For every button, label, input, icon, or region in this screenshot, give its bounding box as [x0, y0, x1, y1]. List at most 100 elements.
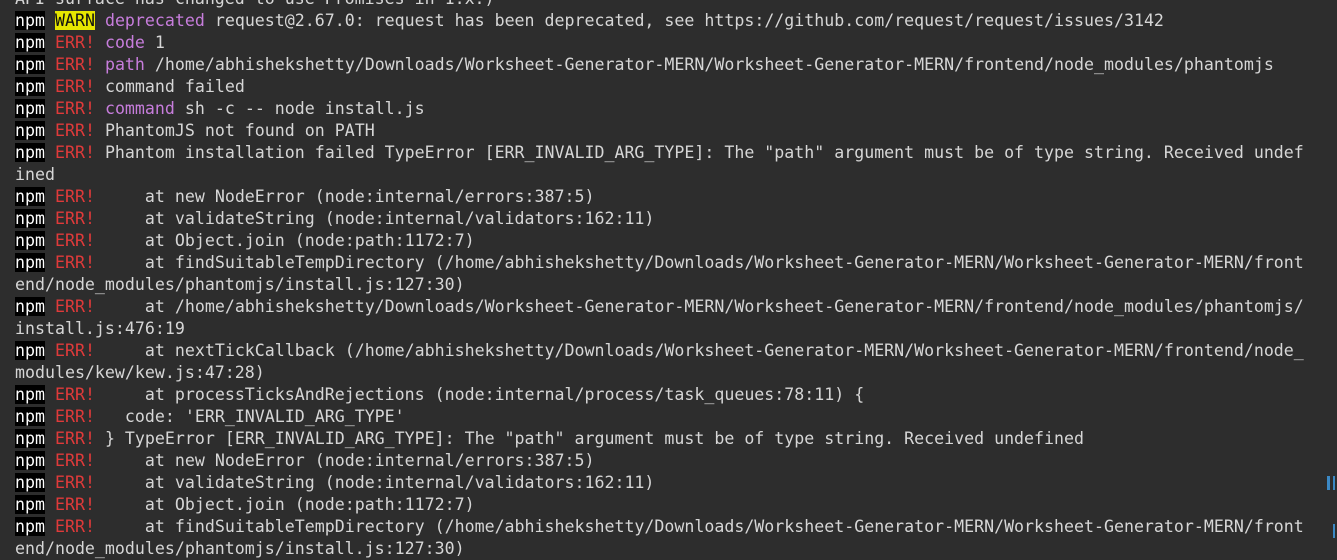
npm-prefix: npm — [15, 297, 45, 316]
npm-prefix: npm — [15, 341, 45, 360]
terminal-line: install.js:476:19 — [15, 318, 1313, 340]
terminal-line: modules/kew/kew.js:47:28) — [15, 362, 1313, 384]
error-badge: ERR! — [54, 33, 95, 52]
error-badge: ERR! — [54, 121, 95, 140]
log-message: at findSuitableTempDirectory (/home/abhi… — [94, 253, 1304, 272]
npm-prefix: npm — [15, 209, 45, 228]
error-badge: ERR! — [54, 407, 95, 426]
npm-prefix: npm — [15, 143, 45, 162]
terminal-line: end/node_modules/phantomjs/install.js:12… — [15, 538, 1313, 560]
error-badge: ERR! — [54, 231, 95, 250]
error-badge: ERR! — [54, 385, 95, 404]
error-badge: ERR! — [54, 517, 95, 536]
terminal-line: npm ERR! at validateString (node:interna… — [15, 472, 1313, 494]
line-text: modules/kew/kew.js:47:28) — [15, 363, 265, 382]
npm-prefix: npm — [15, 385, 45, 404]
npm-prefix: npm — [15, 495, 45, 514]
terminal-line: npm ERR! at new NodeError (node:internal… — [15, 186, 1313, 208]
npm-prefix: npm — [15, 187, 45, 206]
terminal-line: npm ERR! at /home/abhishekshetty/Downloa… — [15, 296, 1313, 318]
terminal-line: npm WARN deprecated request@2.67.0: requ… — [15, 10, 1313, 32]
terminal-line: npm ERR! at findSuitableTempDirectory (/… — [15, 252, 1313, 274]
error-badge: ERR! — [54, 297, 95, 316]
npm-prefix: npm — [15, 253, 45, 272]
log-message: } TypeError [ERR_INVALID_ARG_TYPE]: The … — [94, 429, 1084, 448]
log-key: path — [104, 55, 145, 74]
log-message: sh -c -- node install.js — [174, 99, 425, 118]
log-message: at Object.join (node:path:1172:7) — [94, 495, 475, 514]
error-badge: ERR! — [54, 429, 95, 448]
line-text: end/node_modules/phantomjs/install.js:12… — [15, 539, 465, 558]
error-badge: ERR! — [54, 473, 95, 492]
log-message: at validateString (node:internal/validat… — [94, 473, 655, 492]
error-badge: ERR! — [54, 187, 95, 206]
log-message: code: 'ERR_INVALID_ARG_TYPE' — [94, 407, 405, 426]
error-badge: ERR! — [54, 451, 95, 470]
line-text: install.js:476:19 — [15, 319, 185, 338]
line-text: end/node_modules/phantomjs/install.js:12… — [15, 275, 465, 294]
terminal-line: npm ERR! at findSuitableTempDirectory (/… — [15, 516, 1313, 538]
terminal-line: npm ERR! command sh -c -- node install.j… — [15, 98, 1313, 120]
log-message: at new NodeError (node:internal/errors:3… — [94, 187, 595, 206]
line-text: ined — [15, 165, 55, 184]
error-badge: ERR! — [54, 143, 95, 162]
line-text: API surface has changed to use Promises … — [15, 0, 495, 8]
terminal-line: npm ERR! at processTicksAndRejections (n… — [15, 384, 1313, 406]
terminal-line: API surface has changed to use Promises … — [15, 0, 1313, 10]
terminal-line: ined — [15, 164, 1313, 186]
error-badge: ERR! — [54, 341, 95, 360]
terminal-line: npm ERR! at validateString (node:interna… — [15, 208, 1313, 230]
log-message: at validateString (node:internal/validat… — [94, 209, 655, 228]
log-message: at nextTickCallback (/home/abhishekshett… — [94, 341, 1304, 360]
terminal-line: npm ERR! PhantomJS not found on PATH — [15, 120, 1313, 142]
terminal-line: npm ERR! path /home/abhishekshetty/Downl… — [15, 54, 1313, 76]
scrollbar-marker — [1333, 476, 1335, 490]
log-key: command — [104, 99, 175, 118]
log-key: deprecated — [104, 11, 205, 30]
terminal-line: npm ERR! at Object.join (node:path:1172:… — [15, 230, 1313, 252]
log-message: 1 — [144, 33, 165, 52]
terminal-line: npm ERR! code 1 — [15, 32, 1313, 54]
npm-prefix: npm — [15, 429, 45, 448]
npm-prefix: npm — [15, 33, 45, 52]
npm-prefix: npm — [15, 121, 45, 140]
log-message: at processTicksAndRejections (node:inter… — [94, 385, 865, 404]
npm-prefix: npm — [15, 99, 45, 118]
npm-prefix: npm — [15, 451, 45, 470]
scrollbar-marker — [1333, 524, 1335, 538]
terminal-line: npm ERR! at nextTickCallback (/home/abhi… — [15, 340, 1313, 362]
log-message: at findSuitableTempDirectory (/home/abhi… — [94, 517, 1304, 536]
log-message: Phantom installation failed TypeError [E… — [94, 143, 1304, 162]
npm-prefix: npm — [15, 55, 45, 74]
log-message: command failed — [94, 77, 245, 96]
terminal-line: npm ERR! code: 'ERR_INVALID_ARG_TYPE' — [15, 406, 1313, 428]
error-badge: ERR! — [54, 209, 95, 228]
npm-prefix: npm — [15, 77, 45, 96]
npm-prefix: npm — [15, 473, 45, 492]
error-badge: ERR! — [54, 77, 95, 96]
terminal-line: end/node_modules/phantomjs/install.js:12… — [15, 274, 1313, 296]
npm-prefix: npm — [15, 407, 45, 426]
error-badge: ERR! — [54, 55, 95, 74]
warn-badge: WARN — [54, 11, 95, 30]
npm-prefix: npm — [15, 231, 45, 250]
terminal-line: npm ERR! } TypeError [ERR_INVALID_ARG_TY… — [15, 428, 1313, 450]
log-key: code — [104, 33, 145, 52]
error-badge: ERR! — [54, 495, 95, 514]
npm-prefix: npm — [15, 11, 45, 30]
terminal-line: npm ERR! at new NodeError (node:internal… — [15, 450, 1313, 472]
terminal-line: npm ERR! Phantom installation failed Typ… — [15, 142, 1313, 164]
log-message: PhantomJS not found on PATH — [94, 121, 375, 140]
log-message: /home/abhishekshetty/Downloads/Worksheet… — [144, 55, 1274, 74]
log-message: at Object.join (node:path:1172:7) — [94, 231, 475, 250]
npm-prefix: npm — [15, 517, 45, 536]
log-message: at new NodeError (node:internal/errors:3… — [94, 451, 595, 470]
terminal-output[interactable]: API surface has changed to use Promises … — [15, 0, 1313, 560]
terminal-line: npm ERR! command failed — [15, 76, 1313, 98]
log-message: at /home/abhishekshetty/Downloads/Worksh… — [94, 297, 1304, 316]
terminal-line: npm ERR! at Object.join (node:path:1172:… — [15, 494, 1313, 516]
scrollbar-marker — [1327, 476, 1330, 490]
error-badge: ERR! — [54, 99, 95, 118]
log-message: request@2.67.0: request has been depreca… — [204, 11, 1164, 30]
error-badge: ERR! — [54, 253, 95, 272]
